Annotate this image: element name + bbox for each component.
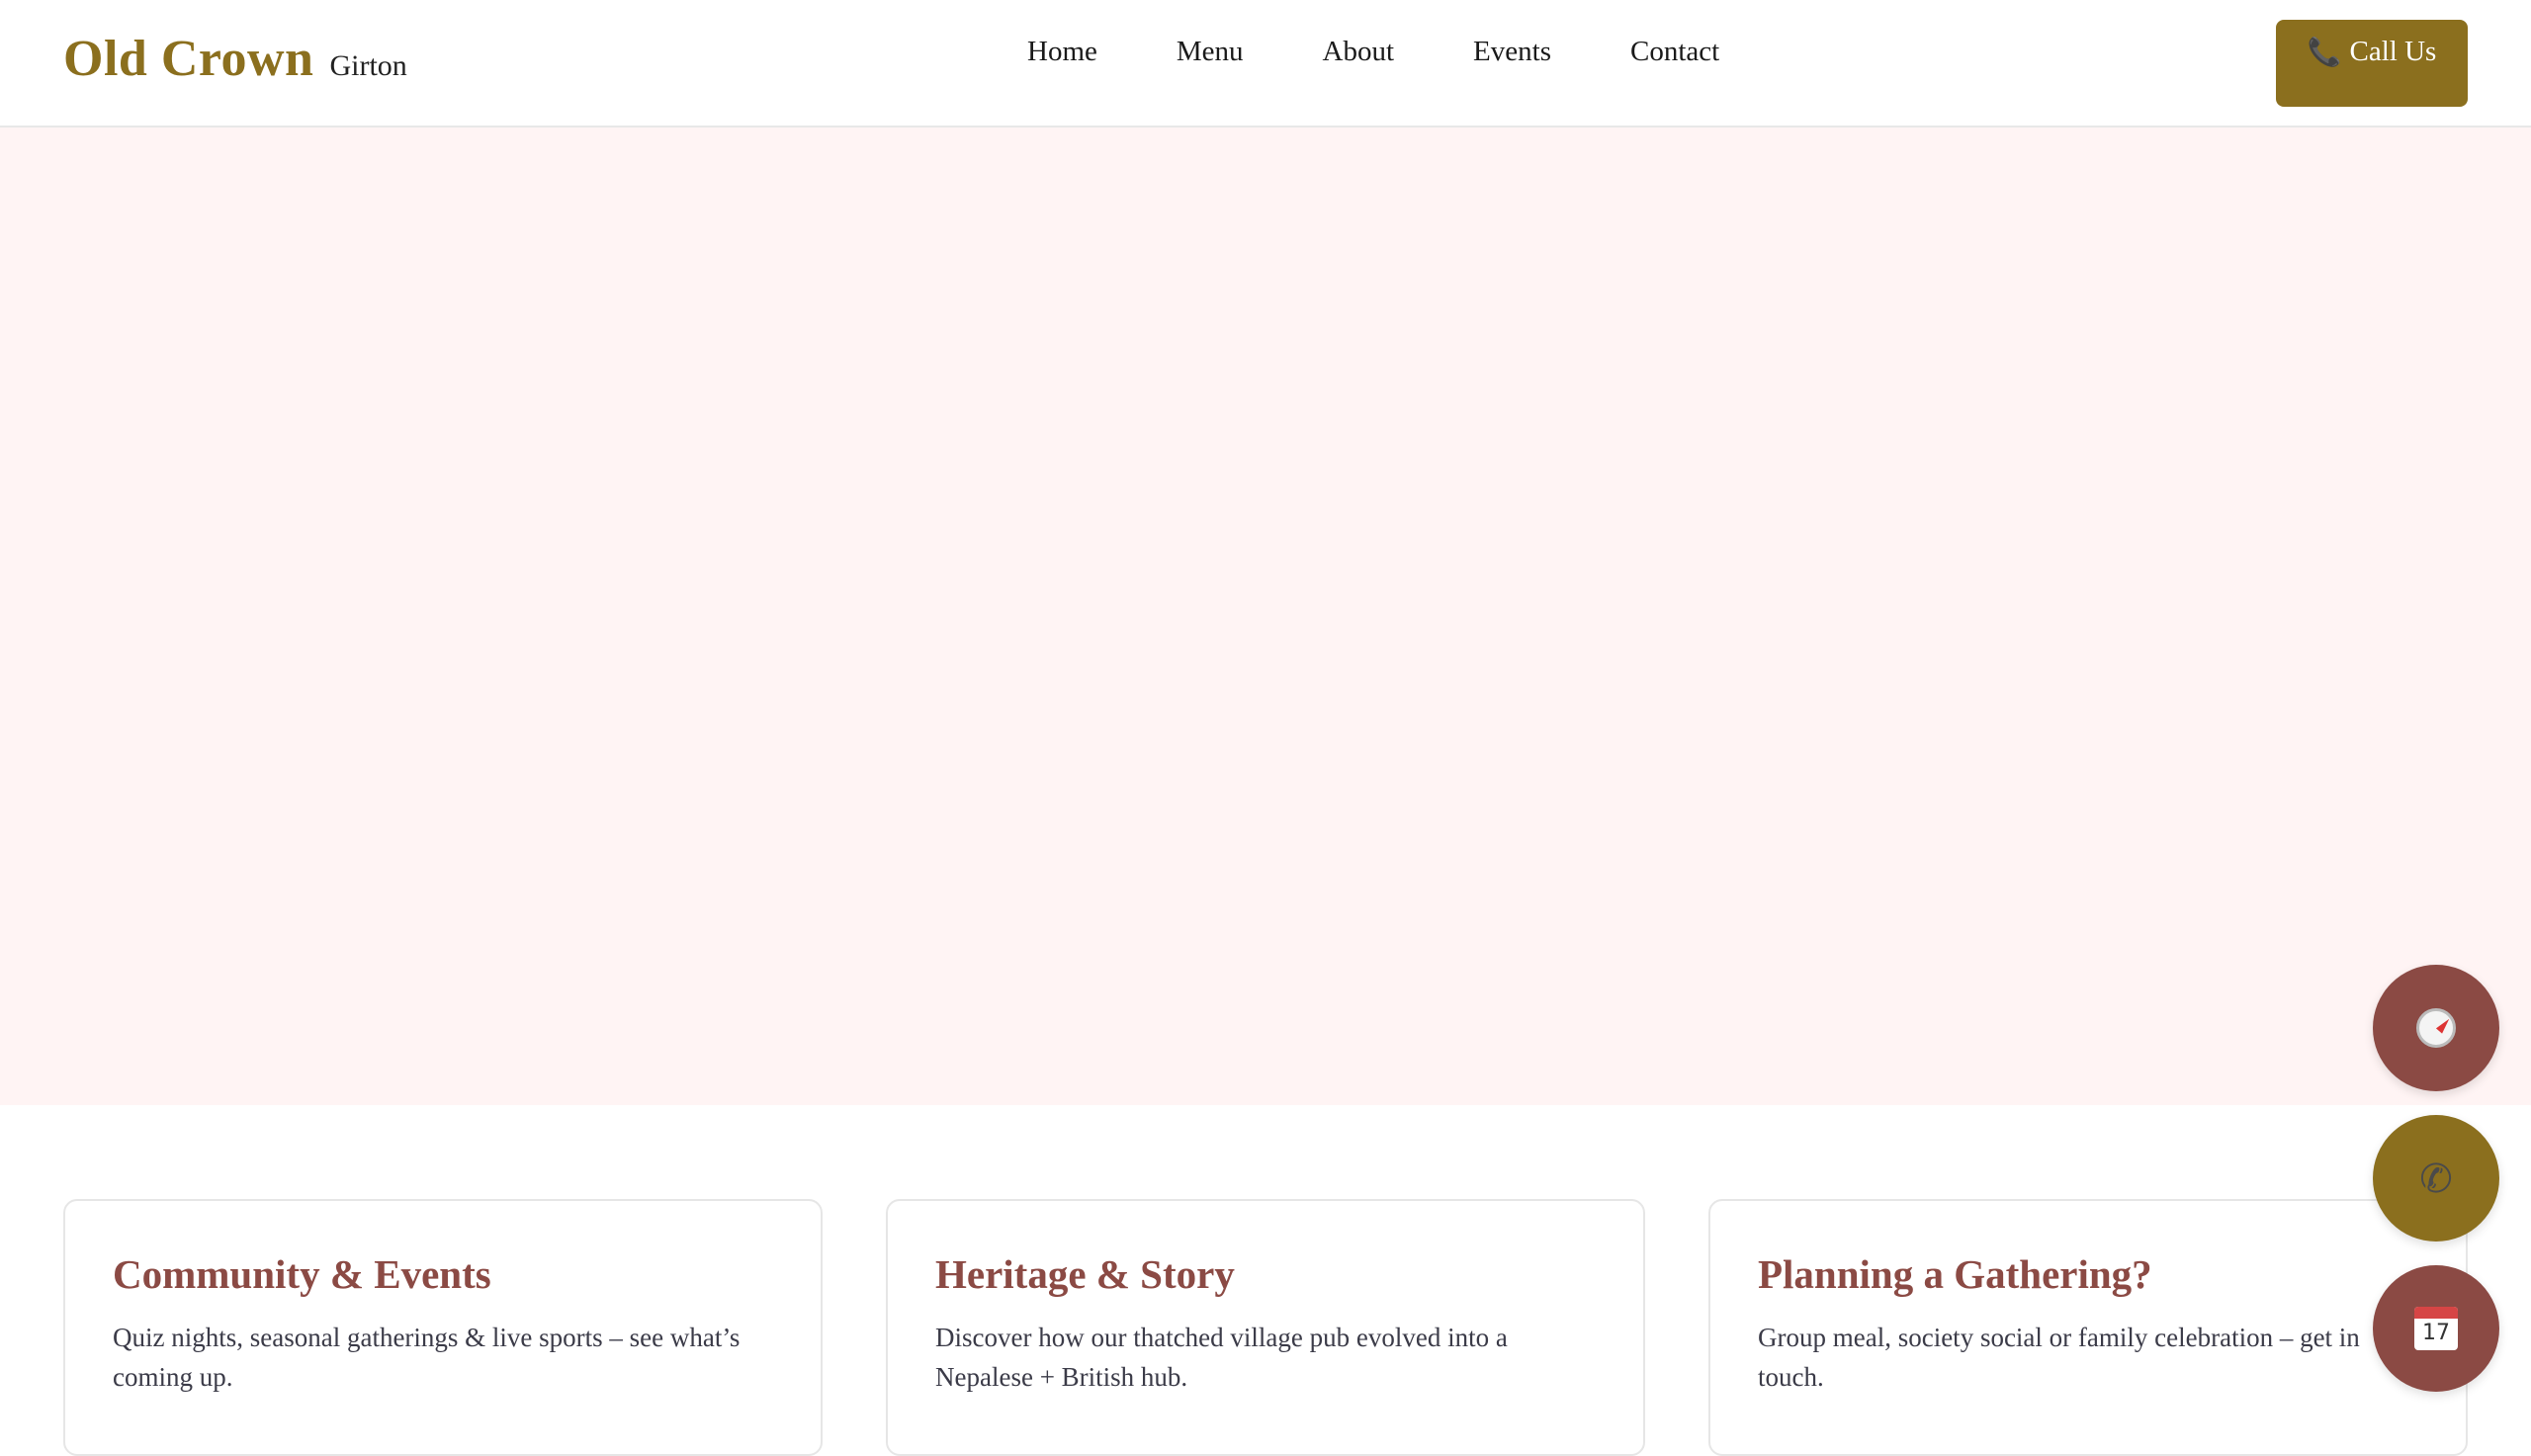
compass-icon: [2416, 1008, 2456, 1048]
card-title: Heritage & Story: [935, 1251, 1235, 1297]
card-title: Community & Events: [113, 1251, 491, 1297]
nav-events[interactable]: Events: [1473, 36, 1551, 68]
call-us-button[interactable]: 📞 Call Us: [2276, 20, 2468, 107]
directions-fab-button[interactable]: [2373, 965, 2499, 1091]
nav-contact[interactable]: Contact: [1630, 36, 1719, 68]
calendar-header: [2414, 1307, 2458, 1319]
phone-fab-button[interactable]: ✆: [2373, 1115, 2499, 1242]
brand-location: Girton: [329, 49, 407, 82]
phone-icon: 📞: [2307, 38, 2342, 68]
card-text: Discover how our thatched village pub ev…: [935, 1323, 1508, 1392]
brand-name: Old Crown: [63, 31, 314, 87]
nav-menu[interactable]: Menu: [1177, 36, 1244, 68]
card-text: Group meal, society social or family cel…: [1758, 1323, 2360, 1392]
card-text: Quiz nights, seasonal gatherings & live …: [113, 1323, 741, 1392]
nav-about[interactable]: About: [1323, 36, 1395, 68]
card-title: Planning a Gathering?: [1758, 1251, 2152, 1297]
main-nav: Home Menu About Events Contact: [1027, 36, 1719, 68]
calendar-icon: 17: [2414, 1307, 2458, 1350]
brand-logo[interactable]: Old Crown Girton: [63, 30, 407, 88]
call-us-label: Call Us: [2349, 36, 2437, 67]
booking-fab-button[interactable]: 17: [2373, 1265, 2499, 1392]
card-community-events[interactable]: Community & Events Quiz nights, seasonal…: [63, 1199, 823, 1456]
hero-banner: [0, 128, 2531, 1105]
card-heritage-story[interactable]: Heritage & Story Discover how our thatch…: [886, 1199, 1645, 1456]
site-header: Old Crown Girton Home Menu About Events …: [0, 0, 2531, 128]
feature-cards: Community & Events Quiz nights, seasonal…: [63, 1199, 2468, 1456]
phone-icon: ✆: [2419, 1156, 2453, 1201]
nav-home[interactable]: Home: [1027, 36, 1097, 68]
calendar-day: 17: [2422, 1321, 2450, 1345]
card-planning-gathering[interactable]: Planning a Gathering? Group meal, societ…: [1708, 1199, 2468, 1456]
